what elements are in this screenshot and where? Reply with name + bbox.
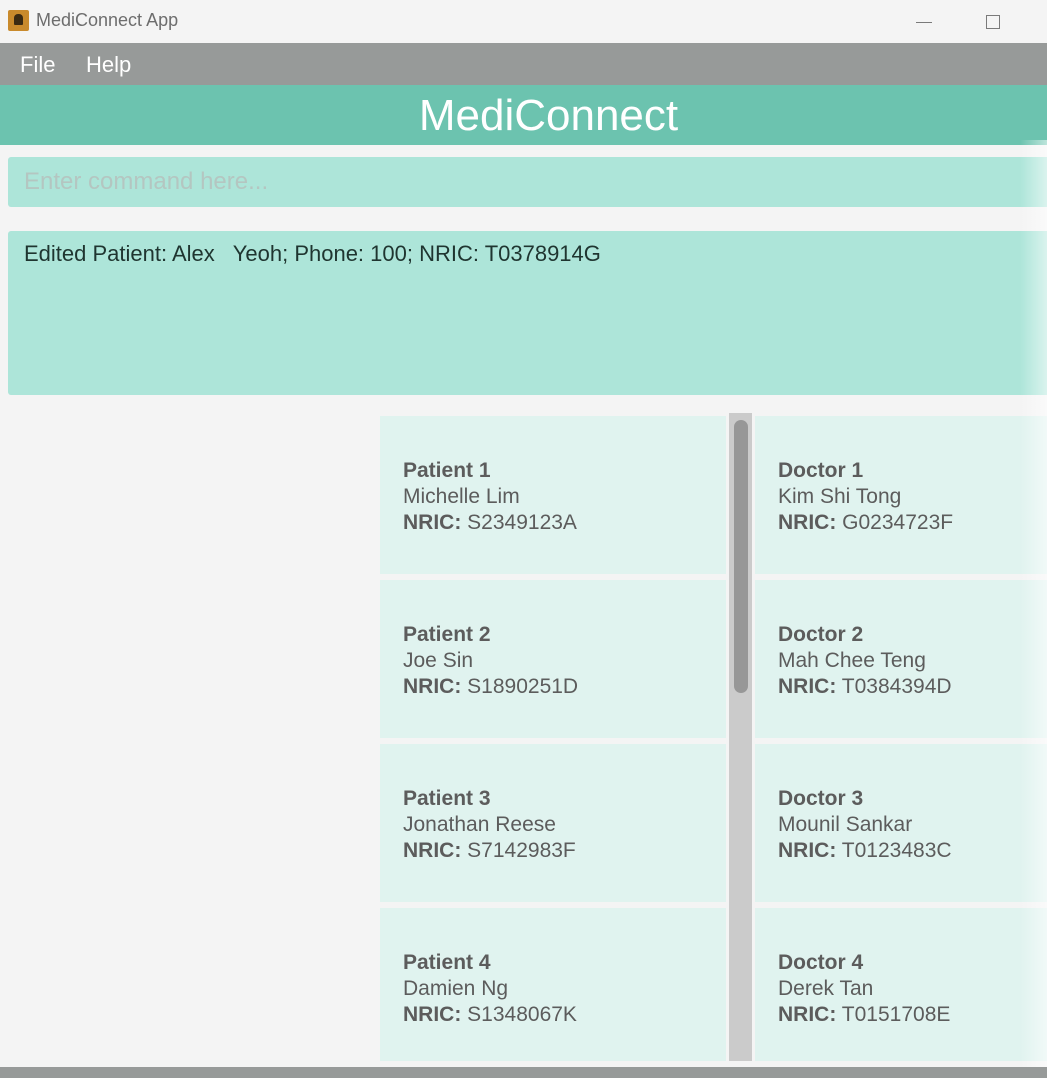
doctor-card[interactable]: Doctor 3 Mounil Sankar NRIC: T0123483C <box>755 744 1047 902</box>
doctor-name: Mah Chee Teng <box>778 649 926 672</box>
menu-file[interactable]: File <box>20 52 55 78</box>
nric-label: NRIC: <box>778 675 837 698</box>
patient-card[interactable]: Patient 1 Michelle Lim NRIC: S2349123A <box>380 416 726 574</box>
doctor-nric: G0234723F <box>842 511 954 534</box>
maximize-button[interactable] <box>973 8 1013 34</box>
nric-label: NRIC: <box>403 675 462 698</box>
nric-label: NRIC: <box>403 839 462 862</box>
patient-heading: Patient 2 <box>403 623 491 646</box>
doctor-nric-line: NRIC: G0234723F <box>778 510 1047 536</box>
patient-nric-line: NRIC: S1348067K <box>403 1002 726 1028</box>
menu-help[interactable]: Help <box>86 52 131 78</box>
patient-name: Joe Sin <box>403 649 474 672</box>
patient-name: Damien Ng <box>403 977 509 1000</box>
patient-card[interactable]: Patient 4 Damien Ng NRIC: S1348067K <box>380 908 726 1061</box>
minimize-button[interactable] <box>904 8 944 34</box>
patient-heading: Patient 4 <box>403 951 491 974</box>
patient-card[interactable]: Patient 2 Joe Sin NRIC: S1890251D <box>380 580 726 738</box>
window-title: MediConnect App <box>36 10 179 30</box>
doctor-heading: Doctor 3 <box>778 787 864 810</box>
patient-card[interactable]: Patient 3 Jonathan Reese NRIC: S7142983F <box>380 744 726 902</box>
patient-list-scrollbar[interactable] <box>729 413 752 1061</box>
banner-title: MediConnect <box>418 91 679 140</box>
patient-nric-line: NRIC: S1890251D <box>403 674 726 700</box>
nric-label: NRIC: <box>778 1003 837 1026</box>
title-bar: MediConnect App <box>0 0 1047 43</box>
doctor-list[interactable]: Doctor 1 Kim Shi Tong NRIC: G0234723F Do… <box>755 413 1047 1061</box>
status-bar <box>0 1067 1047 1078</box>
menu-bar: File Help <box>0 43 1047 85</box>
patient-nric-line: NRIC: S2349123A <box>403 510 726 536</box>
doctor-nric: T0123483C <box>841 839 952 862</box>
doctor-card[interactable]: Doctor 4 Derek Tan NRIC: T0151708E <box>755 908 1047 1061</box>
doctor-name: Kim Shi Tong <box>778 485 902 508</box>
doctor-nric-line: NRIC: T0151708E <box>778 1002 1047 1028</box>
patient-nric: S2349123A <box>467 511 577 534</box>
doctor-name: Mounil Sankar <box>778 813 913 836</box>
doctor-nric: T0151708E <box>841 1003 951 1026</box>
patient-name: Jonathan Reese <box>403 813 556 836</box>
scrollbar-thumb[interactable] <box>734 420 748 693</box>
result-display: Edited Patient: Alex Yeoh; Phone: 100; N… <box>8 231 1047 395</box>
doctor-heading: Doctor 4 <box>778 951 864 974</box>
patient-name: Michelle Lim <box>403 485 520 508</box>
patient-nric: S1890251D <box>467 675 579 698</box>
doctor-nric: T0384394D <box>841 675 952 698</box>
doctor-heading: Doctor 1 <box>778 459 864 482</box>
nric-label: NRIC: <box>403 1003 462 1026</box>
doctor-nric-line: NRIC: T0123483C <box>778 838 1047 864</box>
nric-label: NRIC: <box>778 511 837 534</box>
minimize-icon <box>916 21 932 23</box>
maximize-icon <box>986 15 1000 30</box>
patient-heading: Patient 3 <box>403 787 491 810</box>
patient-nric-line: NRIC: S7142983F <box>403 838 726 864</box>
app-banner: MediConnect <box>0 85 1047 145</box>
nric-label: NRIC: <box>403 511 462 534</box>
doctor-heading: Doctor 2 <box>778 623 864 646</box>
patient-list[interactable]: Patient 1 Michelle Lim NRIC: S2349123A P… <box>380 413 726 1061</box>
doctor-name: Derek Tan <box>778 977 874 1000</box>
command-input[interactable] <box>8 157 1047 207</box>
doctor-card[interactable]: Doctor 2 Mah Chee Teng NRIC: T0384394D <box>755 580 1047 738</box>
doctor-card[interactable]: Doctor 1 Kim Shi Tong NRIC: G0234723F <box>755 416 1047 574</box>
nric-label: NRIC: <box>778 839 837 862</box>
patient-nric: S7142983F <box>467 839 576 862</box>
patient-nric: S1348067K <box>467 1003 577 1026</box>
app-icon <box>8 10 29 31</box>
doctor-nric-line: NRIC: T0384394D <box>778 674 1047 700</box>
patient-heading: Patient 1 <box>403 459 491 482</box>
